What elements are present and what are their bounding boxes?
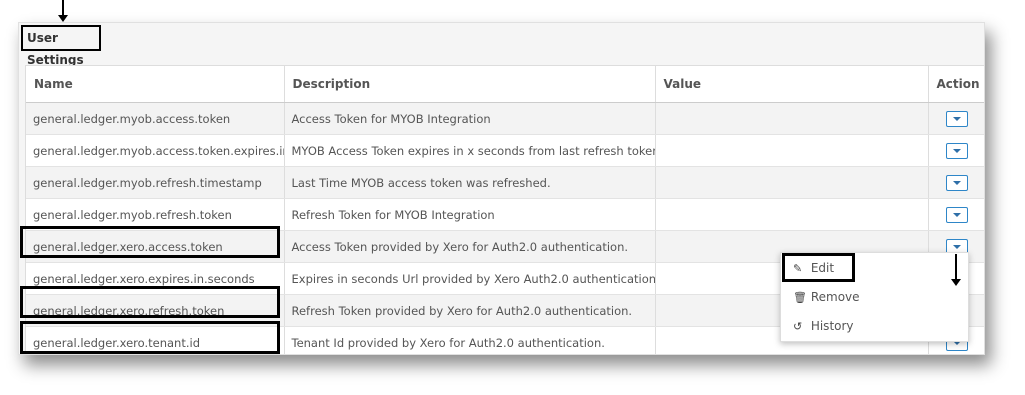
action-cell (928, 134, 984, 167)
setting-value (655, 198, 929, 231)
setting-name: general.ledger.xero.expires.in.seconds (26, 262, 285, 295)
setting-description: Refresh Token provided by Xero for Auth2… (284, 294, 656, 327)
column-header-action: Action (928, 66, 984, 103)
setting-name: general.ledger.myob.access.token.expires… (26, 134, 285, 167)
setting-description: Access Token provided by Xero for Auth2.… (284, 230, 656, 263)
setting-name: general.ledger.xero.tenant.id (26, 326, 285, 354)
column-header-description[interactable]: Description (284, 66, 656, 103)
action-dropdown-button[interactable] (945, 174, 968, 191)
setting-value (655, 134, 929, 167)
annotation-arrow-right (951, 254, 961, 286)
menu-item-label: History (810, 319, 854, 333)
action-dropdown-button[interactable] (945, 110, 968, 127)
action-dropdown-button[interactable] (945, 206, 968, 223)
menu-item-history[interactable]: ↺ History (793, 315, 854, 337)
table-header-row: Name Description Value Action (26, 66, 984, 103)
highlight-box-edit (782, 253, 855, 282)
setting-description: Last Time MYOB access token was refreshe… (284, 166, 656, 199)
setting-value (655, 102, 929, 135)
setting-name: general.ledger.myob.refresh.token (26, 198, 285, 231)
action-cell (928, 166, 984, 199)
setting-name: general.ledger.myob.refresh.timestamp (26, 166, 285, 199)
action-dropdown-button[interactable] (945, 142, 968, 159)
action-cell (928, 102, 984, 135)
action-cell (928, 198, 984, 231)
setting-description: Refresh Token for MYOB Integration (284, 198, 656, 231)
setting-description: Tenant Id provided by Xero for Auth2.0 a… (284, 326, 656, 354)
setting-name: general.ledger.xero.refresh.token (26, 294, 285, 327)
menu-item-remove[interactable]: 🗑 Remove (793, 286, 860, 308)
setting-description: MYOB Access Token expires in x seconds f… (284, 134, 656, 167)
history-icon: ↺ (793, 320, 803, 333)
setting-name: general.ledger.xero.access.token (26, 230, 285, 263)
annotation-arrow-top (58, 0, 68, 22)
panel-title: User Settings (21, 25, 101, 67)
table-row: general.ledger.myob.refresh.token Refres… (26, 198, 984, 231)
setting-description: Expires in seconds Url provided by Xero … (284, 262, 656, 295)
setting-name: general.ledger.myob.access.token (26, 102, 285, 135)
menu-item-label: Remove (810, 290, 860, 304)
column-header-name[interactable]: Name (26, 66, 285, 103)
column-header-value[interactable]: Value (655, 66, 929, 103)
table-row: general.ledger.myob.refresh.timestamp La… (26, 166, 984, 199)
setting-value (655, 166, 929, 199)
table-row: general.ledger.myob.access.token.expires… (26, 134, 984, 167)
trash-icon: 🗑 (793, 291, 807, 304)
table-row: general.ledger.myob.access.token Access … (26, 102, 984, 135)
setting-description: Access Token for MYOB Integration (284, 102, 656, 135)
